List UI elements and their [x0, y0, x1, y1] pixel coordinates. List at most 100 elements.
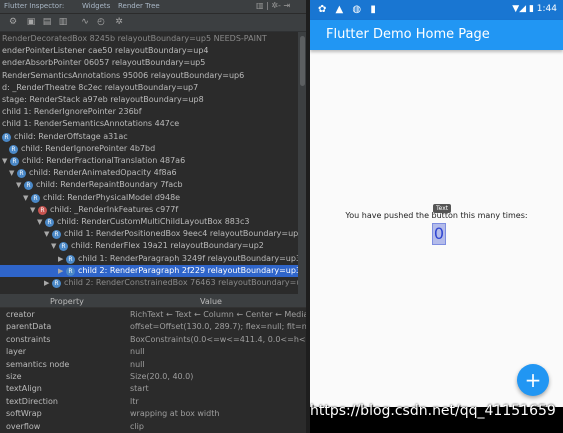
increment-fab-button[interactable]: +	[517, 364, 549, 396]
tree-row[interactable]: ▼ Rchild: RenderFractionalTranslation 487…	[0, 155, 298, 167]
tree-row[interactable]: enderAbsorbPointer 06057 relayoutBoundar…	[0, 57, 298, 69]
tree-row[interactable]: enderPointerListener cae50 relayoutBound…	[0, 45, 298, 57]
property-value: wrapping at box width	[130, 409, 220, 419]
render-object-icon: R	[66, 266, 75, 276]
tree-row-label: child 2: RenderConstrainedBox 76463 rela…	[64, 278, 298, 287]
inspector-tab-bar: Flutter Inspector: Widgets Render Tree ▥…	[0, 0, 306, 14]
tree-row-label: child: RenderIgnorePointer 4b7bd	[21, 143, 156, 153]
expand-arrow-icon[interactable]: ▼	[2, 155, 10, 167]
tree-row-label: child: _RenderInkFeatures c977f	[50, 204, 179, 214]
property-row[interactable]: semantics node null	[0, 359, 306, 371]
tree-row[interactable]: Rchild: RenderOffstage a31ac	[0, 131, 298, 143]
property-value: ltr	[130, 396, 139, 406]
value-column-header[interactable]: Value	[200, 297, 222, 306]
tree-row[interactable]: RenderDecoratedBox 8245b relayoutBoundar…	[0, 33, 298, 45]
collapse-arrow-icon[interactable]: ▶	[58, 253, 66, 265]
expand-arrow-icon[interactable]: ▼	[44, 228, 52, 240]
tree-row[interactable]: ▼ Rchild: RenderRepaintBoundary 7facb	[0, 179, 298, 191]
tree-row[interactable]: ▼ Rchild: RenderPhysicalModel d948e	[0, 192, 298, 204]
property-value: offset=Offset(130.0, 289.7); flex=null; …	[130, 322, 306, 332]
tab-flutter-inspector[interactable]: Flutter Inspector:	[4, 2, 64, 10]
property-name: creator	[6, 310, 35, 319]
tree-row-label: child: RenderFlex 19a21 relayoutBoundary…	[71, 241, 264, 251]
toggle-platform-icon[interactable]: ▣	[26, 17, 36, 27]
tree-row[interactable]: ▼ Rchild: RenderAnimatedOpacity 4f8a6	[0, 167, 298, 179]
properties-header: Property Value	[0, 296, 306, 308]
tree-row[interactable]: ▶ Rchild 1: RenderParagraph 3249f relayou…	[0, 253, 298, 265]
expand-arrow-icon[interactable]: ▼	[23, 192, 31, 204]
render-object-icon: R	[17, 169, 26, 179]
tree-row-label: child 1: RenderSemanticsAnnotations 447c…	[2, 119, 180, 129]
properties-table: Property Value creator RichText ← Text ← …	[0, 296, 306, 433]
render-object-icon: R	[9, 144, 18, 154]
status-time: ▼◢ ▮ 1:44	[512, 4, 557, 14]
property-row[interactable]: layer null	[0, 346, 306, 358]
property-name: textAlign	[6, 384, 42, 394]
expand-arrow-icon[interactable]: ▼	[30, 204, 38, 216]
tree-row-label: RenderSemanticsAnnotations 95006 relayou…	[2, 70, 245, 80]
tree-row-label: child 1: RenderParagraph 3249f relayoutB…	[78, 253, 298, 263]
tree-row[interactable]: child 1: RenderSemanticsAnnotations 447c…	[0, 118, 298, 130]
render-object-icon: R	[59, 242, 68, 252]
property-row[interactable]: parentData offset=Offset(130.0, 289.7); f…	[0, 321, 306, 333]
tree-row-label: child: RenderAnimatedOpacity 4f8a6	[29, 168, 177, 178]
property-column-header[interactable]: Property	[50, 297, 84, 306]
expand-arrow-icon[interactable]: ▼	[37, 216, 45, 228]
tree-row-label: stage: RenderStack a97eb relayoutBoundar…	[2, 95, 204, 104]
render-object-icon: R	[31, 193, 40, 203]
more-icon[interactable]: ✲	[114, 17, 124, 27]
tree-row[interactable]: stage: RenderStack a97eb relayoutBoundar…	[0, 94, 298, 106]
inspector-tooltip: Text	[433, 204, 452, 213]
collapse-arrow-icon[interactable]: ▶	[58, 265, 66, 277]
expand-arrow-icon[interactable]: ▼	[51, 240, 59, 252]
property-row[interactable]: constraints BoxConstraints(0.0<=w<=411.4,…	[0, 334, 306, 346]
property-value: BoxConstraints(0.0<=w<=411.4, 0.0<=h<=	[130, 334, 306, 344]
emulator-screen: ✿ ▲ ◍ ▮ ▼◢ ▮ 1:44 Flutter Demo Home Page…	[310, 0, 563, 433]
tree-row[interactable]: d: _RenderTheatre 8c2ec relayoutBoundary…	[0, 82, 298, 94]
performance-overlay-icon[interactable]: ▥	[58, 17, 68, 27]
property-name: overflow	[6, 421, 41, 431]
property-name: semantics node	[6, 359, 70, 369]
tree-scrollbar-thumb[interactable]	[300, 36, 305, 86]
tree-row[interactable]: ▶ Rchild 2: RenderConstrainedBox 76463 re…	[0, 277, 298, 289]
property-row[interactable]: softWrap wrapping at box width	[0, 408, 306, 420]
tree-row[interactable]: ▼ Rchild: RenderFlex 19a21 relayoutBounda…	[0, 240, 298, 252]
panel-controls-icon[interactable]: ▥ | ✲- ⇥	[256, 1, 290, 10]
tree-row-label: RenderDecoratedBox 8245b relayoutBoundar…	[2, 34, 267, 43]
tree-row-selected[interactable]: ▶ Rchild 2: RenderParagraph 2f229 relayou…	[0, 264, 298, 277]
app-bar: Flutter Demo Home Page	[310, 20, 563, 50]
tree-row-label: enderAbsorbPointer 06057 relayoutBoundar…	[2, 58, 206, 68]
tree-row[interactable]: RenderSemanticsAnnotations 95006 relayou…	[0, 70, 298, 82]
expand-arrow-icon[interactable]: ▼	[16, 179, 24, 191]
tree-row[interactable]: ▼ Rchild 1: RenderPositionedBox 9eec4 rel…	[0, 228, 298, 240]
property-row[interactable]: overflow clip	[0, 421, 306, 433]
tree-row-label: child: RenderPhysicalModel d948e	[43, 192, 181, 202]
slow-animations-icon[interactable]: ◴	[96, 17, 106, 27]
property-row[interactable]: size Size(20.0, 40.0)	[0, 371, 306, 383]
status-notification-icons: ✿ ▲ ◍ ▮	[318, 4, 379, 15]
tree-scrollbar[interactable]	[299, 32, 306, 294]
expand-arrow-icon[interactable]: ▼	[9, 167, 17, 179]
tree-row[interactable]: ▼ Rchild: _RenderInkFeatures c977f	[0, 204, 298, 216]
tree-row[interactable]: child 1: RenderIgnorePointer 236bf	[0, 106, 298, 118]
tree-row[interactable]: ▼ Rchild: RenderCustomMultiChildLayoutBox…	[0, 216, 298, 228]
tab-widgets[interactable]: Widgets	[82, 2, 110, 10]
collapse-arrow-icon[interactable]: ▶	[44, 277, 52, 289]
property-name: layer	[6, 347, 27, 357]
render-object-icon: R	[38, 205, 47, 215]
render-tree: RenderDecoratedBox 8245b relayoutBoundar…	[0, 32, 298, 294]
property-row[interactable]: textDirection ltr	[0, 396, 306, 408]
repaint-rainbow-icon[interactable]: ∿	[80, 17, 90, 27]
tree-row-label: enderPointerListener cae50 relayoutBound…	[2, 46, 209, 56]
debug-paint-icon[interactable]: ▤	[42, 17, 52, 27]
watermark: https://blog.csdn.net/qq_41151659	[310, 403, 556, 419]
counter-value[interactable]: 0	[432, 223, 446, 245]
property-row[interactable]: textAlign start	[0, 383, 306, 395]
gear-icon[interactable]: ⚙	[8, 17, 18, 27]
property-row[interactable]: creator RichText ← Text ← Column ← Center…	[0, 309, 306, 321]
tab-render-tree[interactable]: Render Tree	[118, 2, 160, 10]
tree-row[interactable]: Rchild: RenderIgnorePointer 4b7bd	[0, 143, 298, 155]
render-object-icon: R	[52, 279, 61, 288]
render-object-icon: R	[45, 218, 54, 227]
property-name: size	[6, 372, 22, 381]
